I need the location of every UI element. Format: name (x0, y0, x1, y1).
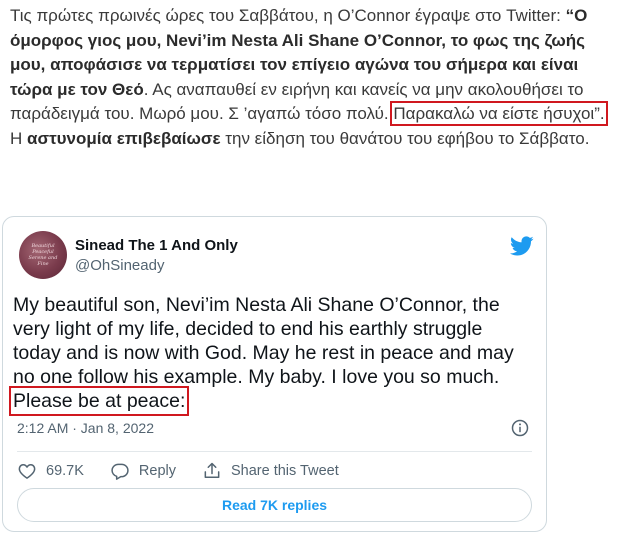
like-count: 69.7K (46, 463, 84, 479)
tweet-author-name[interactable]: Sinead The 1 And Only (75, 237, 238, 254)
twitter-bird-icon[interactable] (510, 234, 534, 258)
avatar[interactable]: Beautiful Peaceful Serene and Fine (19, 231, 67, 279)
info-icon[interactable] (510, 418, 530, 438)
reply-label: Reply (138, 463, 176, 479)
tweet-highlighted-phrase: Please be at peace: (8, 386, 190, 416)
tweet-line: My beautiful son, Nevi’im Nesta Ali Shan… (13, 294, 500, 316)
embedded-tweet[interactable]: Beautiful Peaceful Serene and Fine Sinea… (2, 216, 547, 532)
share-label: Share this Tweet (230, 463, 339, 479)
tweet-actions: 69.7K Reply Share this Tweet (17, 460, 365, 482)
read-replies-button[interactable]: Read 7K replies (17, 488, 532, 522)
tweet-body: My beautiful son, Nevi’im Nesta Ali Shan… (8, 293, 538, 416)
tweet-line: today and is now with God. May he rest i… (13, 342, 514, 364)
article-police-link[interactable]: αστυνομία επιβεβαίωσε (27, 129, 221, 148)
article-connector: Η (10, 128, 27, 148)
divider (17, 451, 532, 452)
article-highlighted-phrase: Παρακαλώ να είστε ήσυχοι”. (390, 101, 608, 126)
article-paragraph: Τις πρώτες πρωινές ώρες του Σαββάτου, η … (10, 4, 615, 151)
reply-icon (111, 463, 129, 480)
avatar-text: Beautiful Peaceful Serene and Fine (28, 243, 58, 267)
reply-button[interactable]: Reply (110, 461, 176, 481)
article-ending: την είδηση του θανάτου του εφήβου το Σάβ… (220, 128, 590, 148)
tweet-author-handle[interactable]: @OhSineady (75, 257, 164, 274)
share-icon (204, 462, 220, 478)
tweet-line: very light of my life, decided to end hi… (13, 318, 483, 340)
article-intro: Τις πρώτες πρωινές ώρες του Σαββάτου, η … (10, 6, 566, 25)
article-text: Τις πρώτες πρωινές ώρες του Σαββάτου, η … (0, 0, 626, 151)
tweet-line: no one follow his example. My baby. I lo… (13, 366, 500, 388)
heart-icon (18, 464, 36, 479)
like-button[interactable]: 69.7K (17, 461, 84, 481)
share-button[interactable]: Share this Tweet (202, 461, 339, 481)
tweet-timestamp[interactable]: 2:12 AM · Jan 8, 2022 (17, 420, 154, 436)
tweet-line-highlighted-wrap: Please be at peace: (8, 386, 538, 416)
